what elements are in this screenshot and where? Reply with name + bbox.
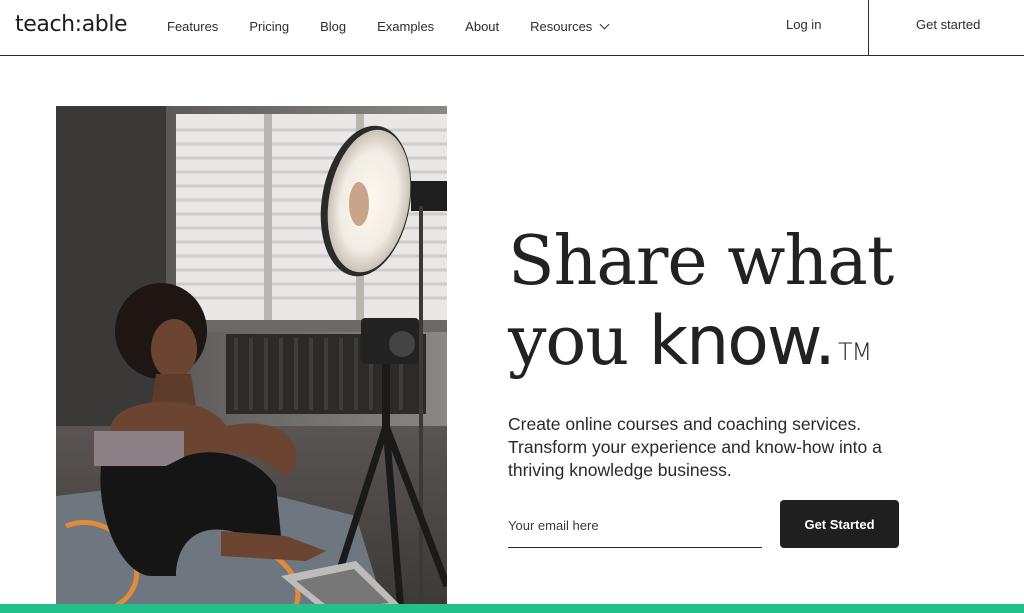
trademark-symbol: TM — [837, 338, 872, 366]
headline-line-2: you know. TM — [508, 302, 893, 382]
nav-link-pricing[interactable]: Pricing — [249, 19, 289, 34]
headline-you: you — [508, 302, 649, 381]
hero-headline: Share what you know. TM — [508, 222, 894, 382]
get-started-nav-link[interactable]: Get started — [916, 17, 980, 32]
nav-link-examples[interactable]: Examples — [377, 19, 434, 34]
hero-subtext: Create online courses and coaching servi… — [508, 414, 882, 480]
headline-know: know. — [648, 302, 836, 381]
nav-link-resources-label: Resources — [530, 19, 593, 34]
hero-photo — [56, 106, 447, 613]
accent-bar — [0, 604, 1024, 613]
get-started-button[interactable]: Get Started — [780, 500, 899, 548]
teachable-logo[interactable]: teach:able — [15, 12, 128, 37]
top-navigation: teach:able Features Pricing Blog Example… — [0, 0, 1024, 56]
headline-line-1: Share what — [508, 222, 894, 301]
nav-link-features[interactable]: Features — [167, 19, 218, 34]
email-input[interactable] — [508, 514, 762, 548]
nav-link-blog[interactable]: Blog — [320, 19, 346, 34]
nav-divider — [868, 0, 869, 56]
hero-photo-illustration — [56, 106, 447, 613]
nav-link-resources[interactable]: Resources — [530, 19, 610, 34]
login-link[interactable]: Log in — [786, 17, 821, 32]
nav-links: Features Pricing Blog Examples About Res… — [167, 19, 639, 34]
nav-link-about[interactable]: About — [465, 19, 499, 34]
chevron-down-icon — [599, 19, 610, 30]
